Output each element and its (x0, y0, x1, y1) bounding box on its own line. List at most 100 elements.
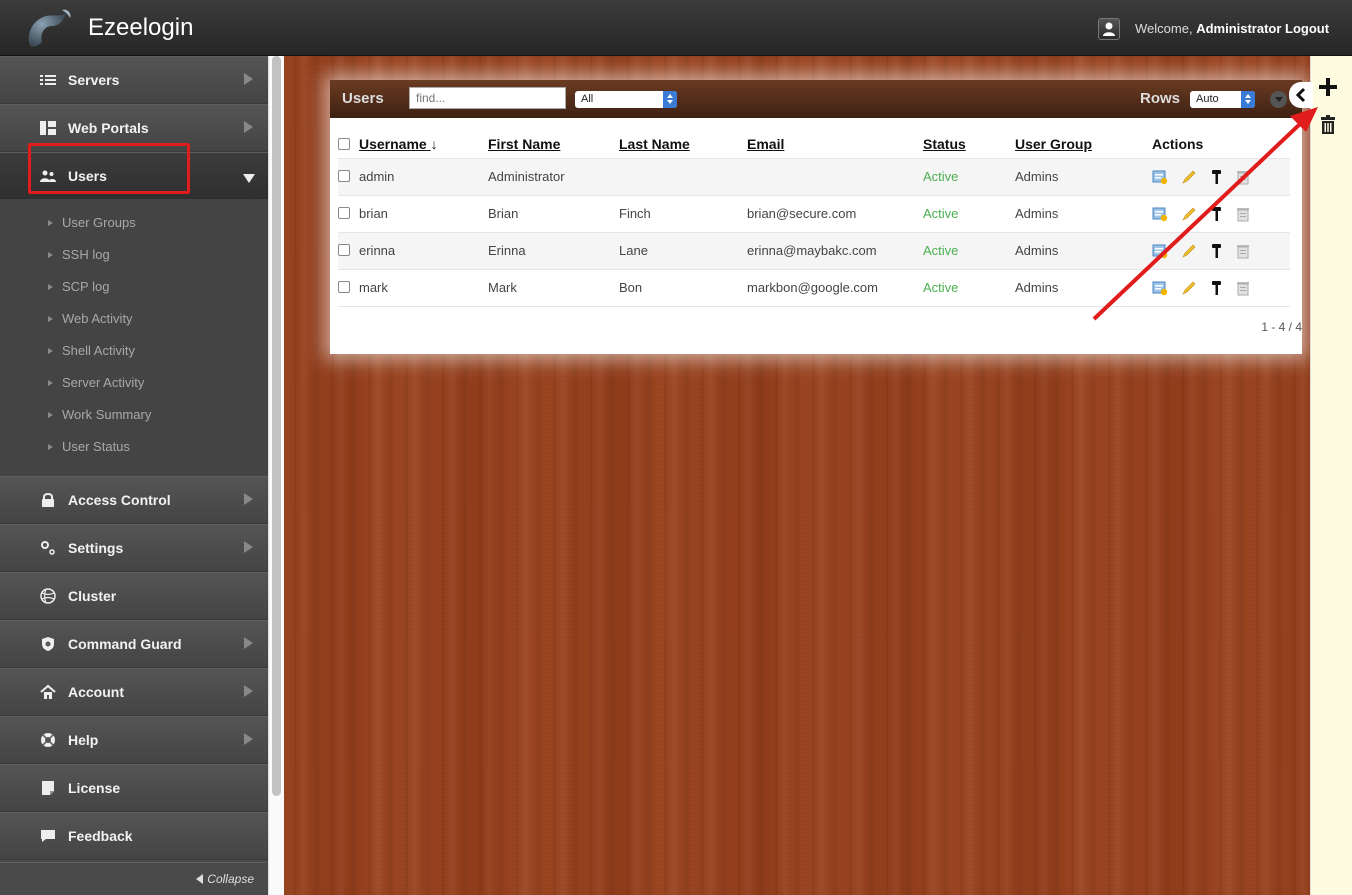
sidebar-scrollbar[interactable] (268, 56, 284, 895)
edit-pencil-icon[interactable] (1181, 243, 1197, 259)
key-icon[interactable] (1209, 280, 1225, 296)
submenu-item-user-status[interactable]: User Status (48, 439, 130, 459)
submenu-item-label: SCP log (62, 279, 110, 294)
delete-bin-icon[interactable] (1235, 169, 1251, 185)
app-title: Ezeelogin (88, 14, 194, 41)
column-header-username[interactable]: Username ↓ (338, 130, 488, 158)
sidebar-item-label: Settings (68, 540, 124, 556)
lock-icon (42, 493, 54, 507)
submenu-item-label: Web Activity (62, 311, 133, 326)
row-checkbox[interactable] (338, 244, 350, 256)
cell-email: brian@secure.com (747, 194, 923, 232)
welcome-username: Administrator (1196, 21, 1282, 36)
column-header-status[interactable]: Status (923, 130, 1015, 158)
select-caret-icon (1241, 91, 1255, 108)
sidebar-item-command-guard[interactable]: Command Guard (0, 620, 268, 668)
strip-toggle-button[interactable] (1289, 82, 1313, 108)
view-details-icon[interactable] (1152, 243, 1168, 259)
submenu-item-shell-activity[interactable]: Shell Activity (48, 343, 135, 363)
bullet-arrow-icon (48, 348, 53, 354)
sidebar-item-account[interactable]: Account (0, 668, 268, 716)
delete-users-button[interactable] (1320, 115, 1336, 135)
select-caret-icon (663, 91, 677, 108)
edit-pencil-icon[interactable] (1181, 206, 1197, 222)
cell-last-name: Lane (619, 231, 747, 269)
gears-icon (41, 541, 55, 555)
cell-first-name: Brian (488, 194, 619, 232)
sidebar-item-access-control[interactable]: Access Control (0, 476, 268, 524)
cell-email: erinna@maybakc.com (747, 231, 923, 269)
pagination-info: 1 - 4 / 4 (1261, 320, 1302, 334)
ezeelogin-logo-icon (28, 9, 71, 47)
search-input[interactable] (409, 87, 566, 109)
rows-select[interactable]: Auto (1190, 91, 1255, 108)
cell-user-group: Admins (1015, 194, 1152, 232)
sidebar-item-label: Command Guard (68, 636, 182, 652)
submenu-item-scp-log[interactable]: SCP log (48, 279, 109, 299)
column-header-last-name[interactable]: Last Name (619, 130, 747, 158)
sidebar-scrollbar-thumb[interactable] (272, 56, 281, 796)
users-table: Username ↓ First Name Last Name Email St… (338, 130, 1290, 307)
table-row: erinna Erinna Lane erinna@maybakc.com Ac… (338, 231, 1290, 269)
sidebar-item-settings[interactable]: Settings (0, 524, 268, 572)
sidebar-item-label: Account (68, 684, 124, 700)
view-details-icon[interactable] (1152, 206, 1168, 222)
row-checkbox[interactable] (338, 281, 350, 293)
row-checkbox[interactable] (338, 170, 350, 182)
submenu-item-web-activity[interactable]: Web Activity (48, 311, 133, 331)
cell-actions (1152, 231, 1290, 269)
view-details-icon[interactable] (1152, 169, 1168, 185)
key-icon[interactable] (1209, 169, 1225, 185)
delete-bin-icon[interactable] (1235, 206, 1251, 222)
chevron-left-icon (1295, 87, 1306, 103)
bullet-arrow-icon (48, 444, 53, 450)
cell-status: Active (923, 194, 1015, 232)
sidebar-item-help[interactable]: Help (0, 716, 268, 764)
user-avatar-icon[interactable] (1098, 18, 1120, 40)
row-checkbox[interactable] (338, 207, 350, 219)
column-header-first-name[interactable]: First Name (488, 130, 619, 158)
web-portals-icon (40, 121, 56, 135)
chevron-right-icon (244, 541, 253, 553)
cell-username: admin (359, 169, 395, 184)
collapse-button[interactable]: Collapse (196, 872, 254, 886)
column-header-user-group[interactable]: User Group (1015, 130, 1152, 158)
chevron-right-icon (244, 733, 253, 745)
right-action-strip (1310, 56, 1352, 895)
sidebar-item-label: Web Portals (68, 120, 149, 136)
submenu-item-server-activity[interactable]: Server Activity (48, 375, 144, 395)
filter-select[interactable]: All (575, 91, 677, 108)
lifebuoy-icon (41, 733, 55, 747)
cell-actions (1152, 157, 1290, 195)
sidebar-item-license[interactable]: License (0, 764, 268, 812)
select-all-checkbox[interactable] (338, 137, 350, 150)
submenu-item-ssh-log[interactable]: SSH log (48, 247, 110, 267)
cell-status: Active (923, 231, 1015, 269)
submenu-item-work-summary[interactable]: Work Summary (48, 407, 151, 427)
welcome-text: Welcome, Administrator Logout (1135, 21, 1329, 36)
logout-link[interactable]: Logout (1285, 21, 1329, 36)
delete-bin-icon[interactable] (1235, 280, 1251, 296)
sidebar-item-cluster[interactable]: Cluster (0, 572, 268, 620)
sidebar-item-servers[interactable]: Servers (0, 56, 268, 104)
key-icon[interactable] (1209, 206, 1225, 222)
chevron-right-icon (244, 637, 253, 649)
header-menu-button[interactable] (1270, 91, 1287, 108)
delete-bin-icon[interactable] (1235, 243, 1251, 259)
bullet-arrow-icon (48, 380, 53, 386)
key-icon[interactable] (1209, 243, 1225, 259)
edit-pencil-icon[interactable] (1181, 280, 1197, 296)
view-details-icon[interactable] (1152, 280, 1168, 296)
sidebar-item-feedback[interactable]: Feedback (0, 812, 268, 860)
column-header-label: Username (359, 135, 427, 152)
shield-icon (42, 637, 54, 651)
add-user-button[interactable] (1319, 74, 1337, 100)
submenu-item-user-groups[interactable]: User Groups (48, 215, 136, 235)
list-icon (40, 75, 56, 85)
chevron-right-icon (244, 73, 253, 85)
sidebar-collapse-bar[interactable]: Collapse (0, 862, 268, 895)
column-header-email[interactable]: Email (747, 130, 923, 158)
cell-actions (1152, 194, 1290, 232)
edit-pencil-icon[interactable] (1181, 169, 1197, 185)
cell-last-name: Finch (619, 194, 747, 232)
